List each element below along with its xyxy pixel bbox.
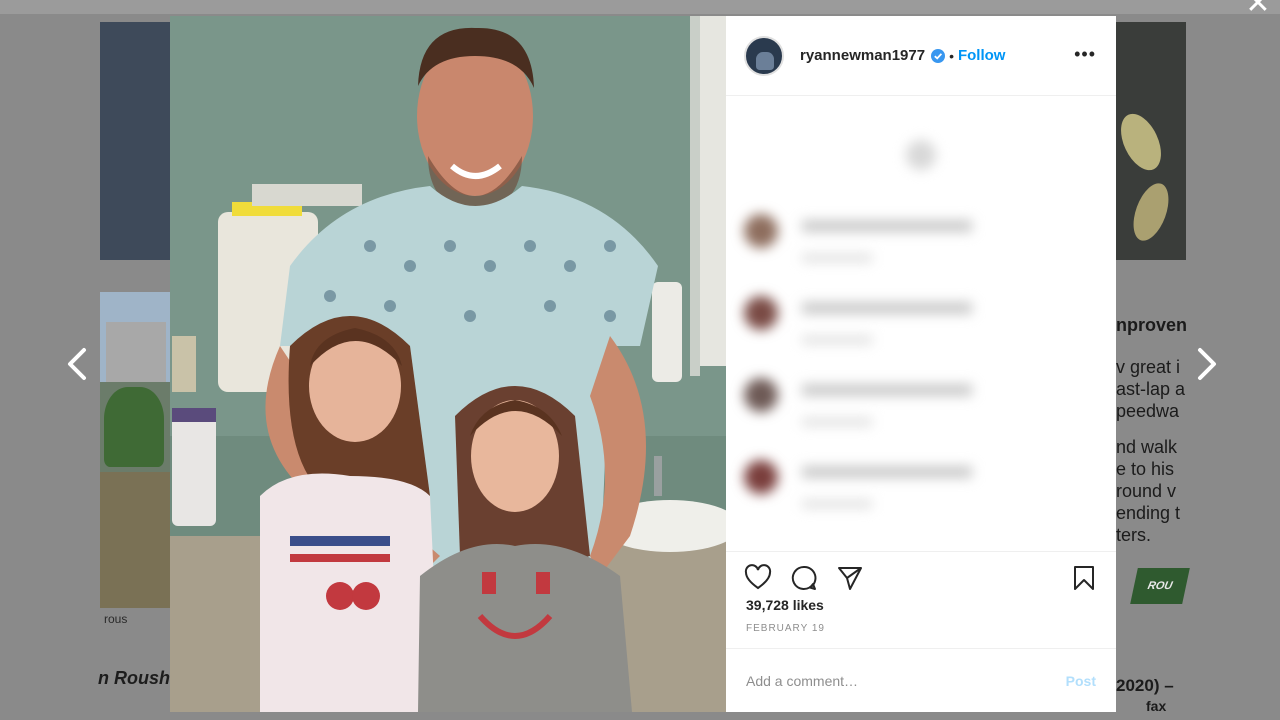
background-left-caption: rous	[104, 612, 128, 626]
background-right-line: e to his	[1116, 459, 1175, 479]
share-button[interactable]	[834, 562, 866, 594]
background-right-line: ast-lap a	[1116, 379, 1186, 399]
post-photo-illustration	[170, 16, 726, 712]
bookmark-icon	[1074, 565, 1094, 590]
background-left-heading: n Roush	[98, 668, 170, 688]
comment-row	[744, 460, 1098, 508]
avatar[interactable]	[744, 35, 784, 76]
comment-input[interactable]	[746, 672, 1066, 689]
post-sidebar: ryannewman1977 • Follow ••• 39,728 likes…	[726, 16, 1116, 712]
background-right-line: round v	[1116, 481, 1177, 501]
add-comment-bar: Post	[726, 648, 1116, 712]
background-right-line: peedwa	[1116, 401, 1180, 421]
username-link[interactable]: ryannewman1977	[800, 47, 925, 64]
comment-row	[744, 296, 1098, 344]
save-button[interactable]	[1068, 562, 1100, 594]
post-comment-button[interactable]: Post	[1066, 673, 1096, 689]
background-top-strip	[0, 0, 1280, 14]
post-date[interactable]: FEBRUARY 19	[726, 623, 1116, 634]
comment-row	[744, 378, 1098, 426]
background-right-article: nproven v great i ast-lap a peedwa nd wa…	[1116, 314, 1188, 560]
likes-count[interactable]: 39,728 likes	[726, 597, 1116, 613]
verified-badge-icon	[931, 48, 946, 63]
post-header: ryannewman1977 • Follow •••	[726, 16, 1116, 96]
comment-button[interactable]	[788, 562, 820, 594]
comment-row	[744, 214, 1098, 262]
close-icon[interactable]: ✕	[1244, 0, 1272, 20]
background-right-year: 2020) –	[1116, 676, 1174, 695]
more-options-icon[interactable]: •••	[1074, 44, 1096, 65]
background-image-left-top	[100, 22, 172, 260]
background-image-left-bottom	[100, 292, 172, 608]
background-right-line: ending t	[1116, 503, 1181, 523]
background-right-heading: nproven	[1116, 315, 1188, 335]
separator-dot: •	[949, 47, 954, 64]
background-right-line: v great i	[1116, 357, 1181, 377]
background-image-right	[1112, 22, 1186, 260]
comments-list-blurred	[726, 96, 1116, 551]
follow-button[interactable]: Follow	[958, 47, 1006, 64]
background-right-line: ters.	[1116, 525, 1152, 545]
chevron-right-icon	[1198, 348, 1216, 380]
background-right-line: nd walk	[1116, 437, 1178, 457]
share-icon	[838, 566, 862, 590]
background-right-fax: fax	[1146, 698, 1167, 714]
heart-icon	[744, 563, 772, 589]
post-photo	[170, 16, 726, 712]
post-modal: ryannewman1977 • Follow ••• 39,728 likes…	[170, 16, 1116, 712]
like-button[interactable]	[742, 562, 774, 594]
load-comments-icon	[906, 140, 936, 170]
comment-icon	[791, 565, 817, 590]
next-post-button[interactable]	[1192, 344, 1222, 384]
previous-post-button[interactable]	[62, 344, 92, 384]
chevron-left-icon	[68, 348, 86, 380]
post-actions	[726, 551, 1116, 603]
background-logo: ROU	[1130, 568, 1190, 604]
